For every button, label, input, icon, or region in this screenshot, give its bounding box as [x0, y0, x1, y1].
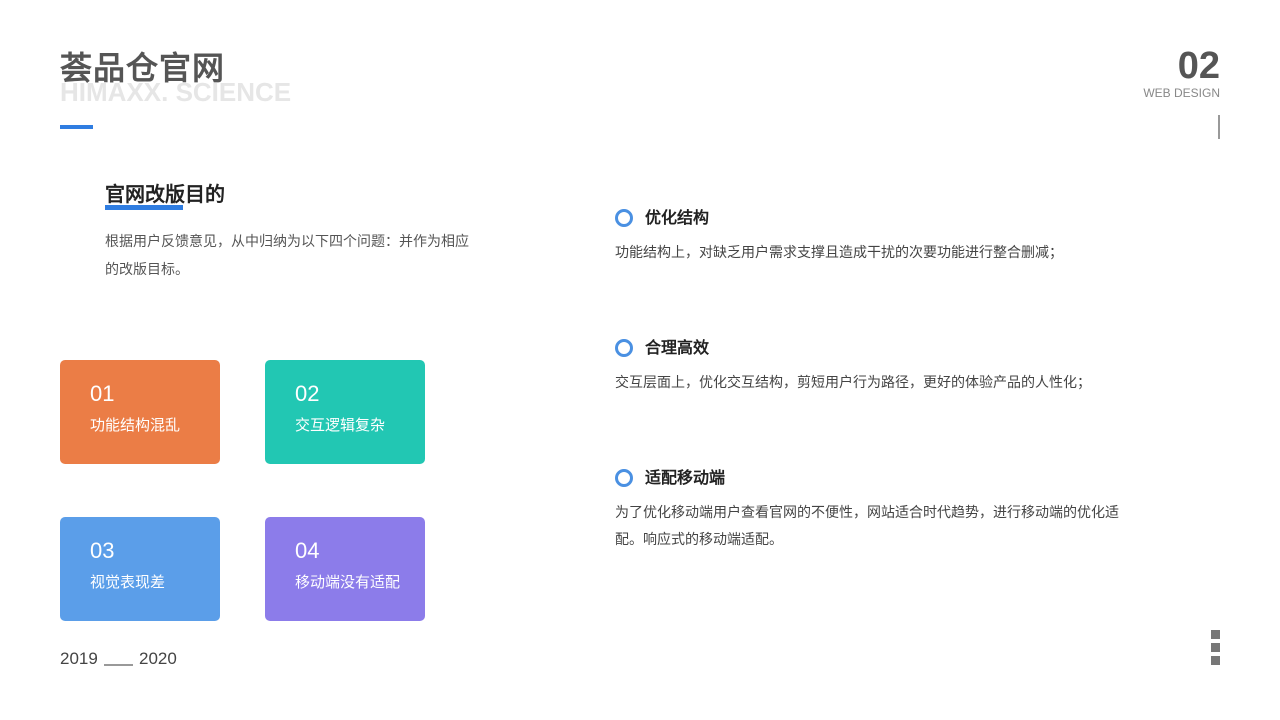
card-label: 移动端没有适配 — [295, 573, 401, 591]
card-number: 01 — [90, 381, 115, 406]
goal-item-head: 适配移动端 — [615, 466, 1175, 490]
intro-text: 根据用户反馈意见，从中归纳为以下四个问题：并作为相应的改版目标。 — [105, 234, 469, 278]
goal-item-title: 适配移动端 — [645, 468, 726, 487]
circle-bullet-icon — [615, 209, 633, 227]
goal-item-desc: 交互层面上，优化交互结构，剪短用户行为路径，更好的体验产品的人性化； — [615, 375, 1091, 391]
card-label: 交互逻辑复杂 — [295, 416, 386, 434]
goal-item-mobile: 适配移动端 为了优化移动端用户查看官网的不便性，网站适合时代趋势，进行移动端的优… — [615, 466, 1175, 554]
goal-item-head: 合理高效 — [615, 336, 1175, 360]
goal-item-structure: 优化结构 功能结构上，对缺乏用户需求支撑且造成干扰的次要功能进行整合删减； — [615, 206, 1175, 267]
circle-bullet-icon — [615, 469, 633, 487]
goal-item-title: 优化结构 — [645, 208, 710, 227]
problem-card-02: 02 交互逻辑复杂 — [265, 360, 425, 464]
problem-card-01: 01 功能结构混乱 — [60, 360, 220, 464]
problem-card-04: 04 移动端没有适配 — [265, 517, 425, 621]
problem-card-03: 03 视觉表现差 — [60, 517, 220, 621]
dot — [1211, 656, 1220, 665]
intro-title: 官网改版目的 — [105, 182, 225, 206]
dot — [1211, 630, 1220, 639]
header-accent-bar — [60, 125, 93, 129]
goal-item-title: 合理高效 — [645, 338, 710, 357]
header-title: 荟品仓官网 — [60, 49, 226, 87]
goal-item-desc: 功能结构上，对缺乏用户需求支撑且造成干扰的次要功能进行整合删减； — [615, 245, 1063, 261]
goal-item-efficiency: 合理高效 交互层面上，优化交互结构，剪短用户行为路径，更好的体验产品的人性化； — [615, 336, 1175, 397]
card-number: 03 — [90, 538, 115, 563]
dot — [1211, 643, 1220, 652]
card-number: 04 — [295, 538, 320, 563]
card-label: 功能结构混乱 — [90, 416, 181, 434]
year-end: 2020 — [139, 649, 177, 668]
year-start: 2019 — [60, 649, 98, 668]
goal-item-head: 优化结构 — [615, 206, 1175, 230]
header-divider — [1218, 115, 1220, 139]
year-separator — [104, 664, 133, 666]
circle-bullet-icon — [615, 339, 633, 357]
card-label: 视觉表现差 — [90, 573, 166, 591]
page-number: 02 — [1177, 45, 1220, 87]
more-dots-icon — [1211, 630, 1220, 669]
goal-item-desc: 为了优化移动端用户查看官网的不便性，网站适合时代趋势，进行移动端的优化适配。响应… — [615, 505, 1119, 548]
card-number: 02 — [295, 381, 320, 406]
page-label: WEB DESIGN — [1143, 86, 1220, 100]
